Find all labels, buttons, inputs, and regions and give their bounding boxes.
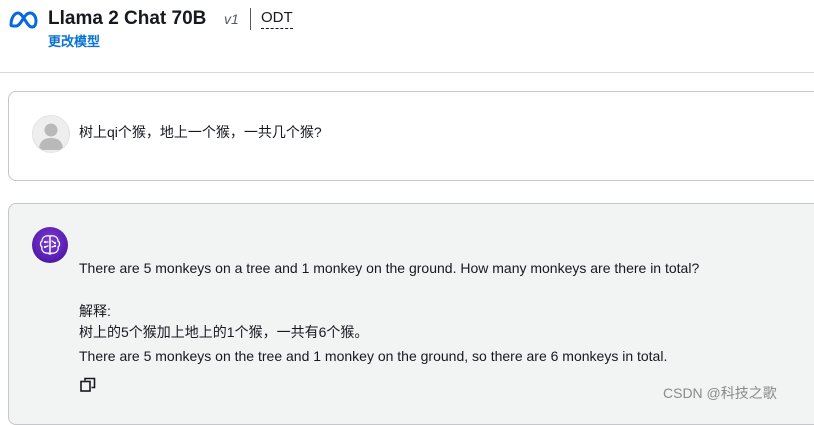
provider-link[interactable]: ODT <box>261 9 293 29</box>
assistant-brain-icon <box>32 227 68 263</box>
copy-icon[interactable] <box>79 376 97 394</box>
assistant-explanation-line: 树上的5个猴加上地上的1个猴，一共有6个猴。 <box>79 324 369 340</box>
model-header: Llama 2 Chat 70B v1 ODT 更改模型 <box>0 0 814 73</box>
watermark-text: CSDN @科技之歌 <box>663 385 777 401</box>
model-title: Llama 2 Chat 70B <box>48 8 207 29</box>
assistant-explanation-heading: 解释: <box>79 303 111 319</box>
assistant-response-line: There are 5 monkeys on a tree and 1 monk… <box>79 260 700 276</box>
user-message-text: 树上qi个猴，地上一个猴，一共几个猴? <box>79 124 322 140</box>
meta-logo-icon <box>9 11 38 29</box>
user-message-card: 树上qi个猴，地上一个猴，一共几个猴? <box>8 91 814 181</box>
model-version: v1 <box>224 11 239 27</box>
user-avatar-icon <box>32 115 70 153</box>
header-divider <box>250 8 251 30</box>
assistant-explanation-line: There are 5 monkeys on the tree and 1 mo… <box>79 348 668 364</box>
change-model-link[interactable]: 更改模型 <box>48 34 100 50</box>
